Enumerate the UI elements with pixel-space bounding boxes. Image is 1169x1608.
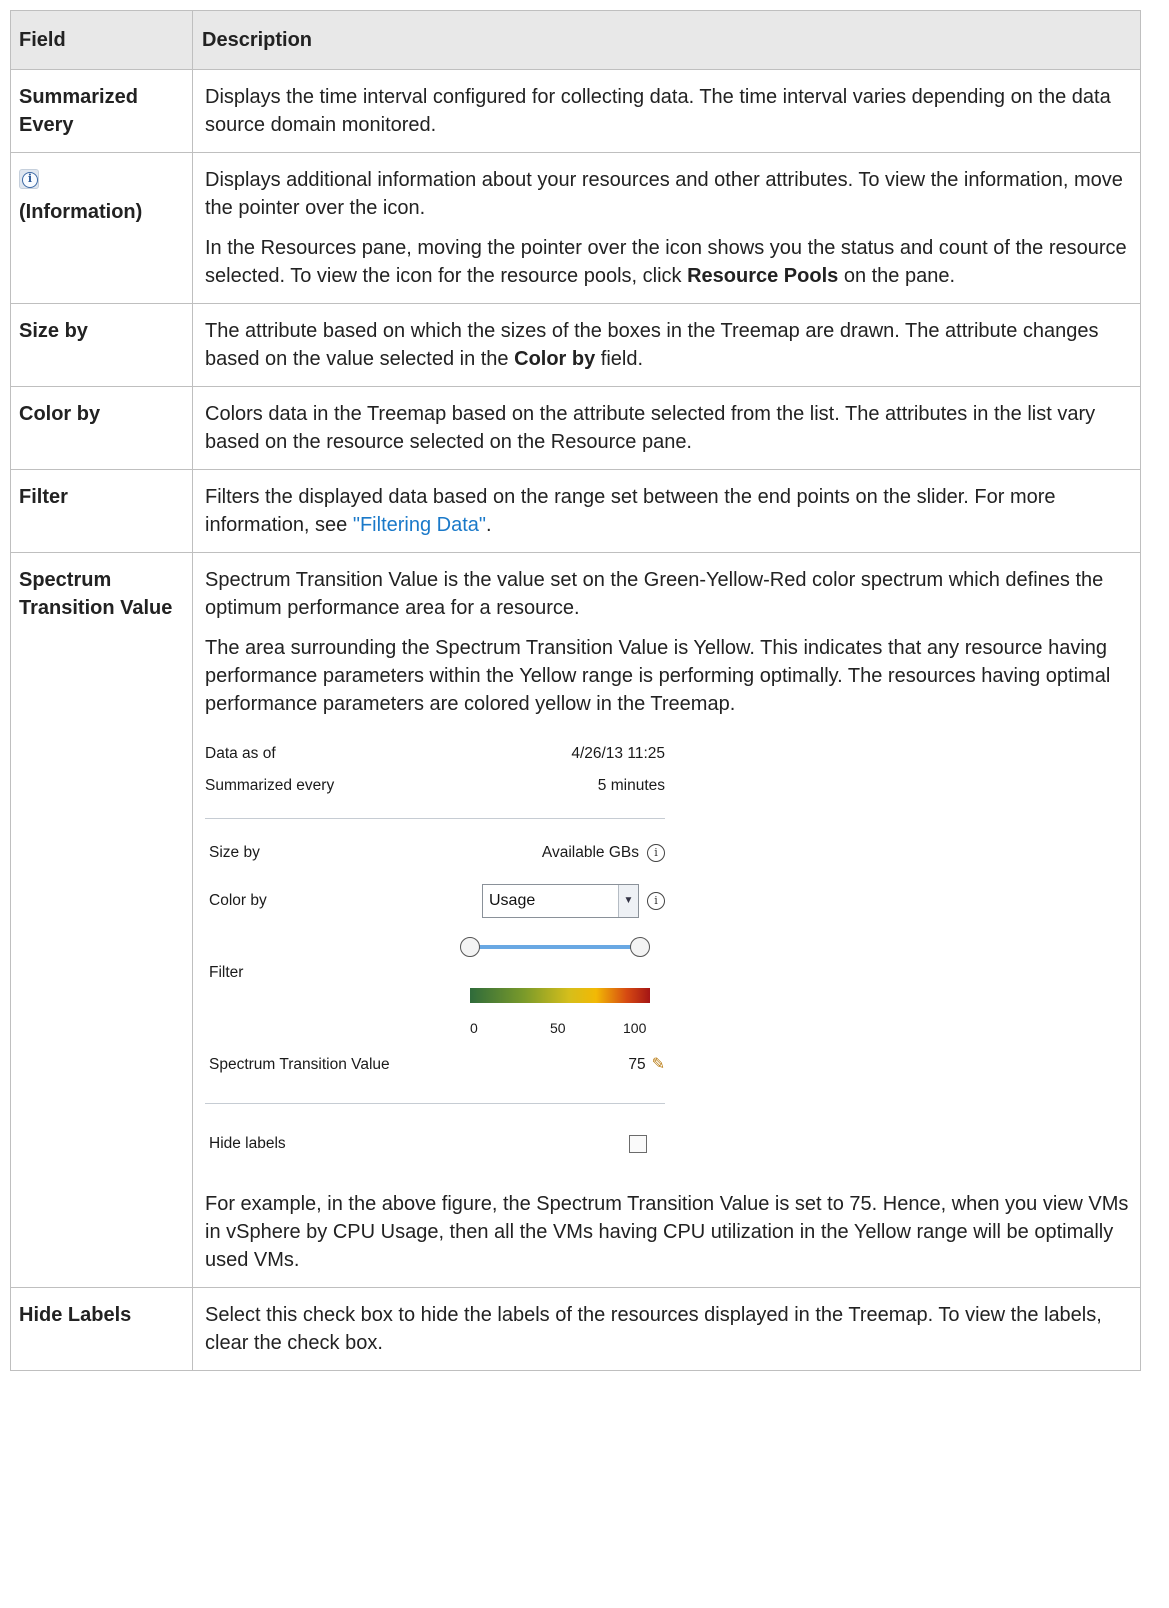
table-row: Hide Labels Select this check box to hid… bbox=[10, 1287, 1141, 1371]
field-description-table: Field Description Summarized Every Displ… bbox=[10, 10, 1141, 1371]
field-cell: Filter bbox=[10, 469, 193, 553]
description-cell: Colors data in the Treemap based on the … bbox=[192, 386, 1141, 470]
color-by-row: Color by Usage ▼ i bbox=[205, 881, 665, 921]
table-row: Summarized Every Displays the time inter… bbox=[10, 69, 1141, 153]
divider bbox=[205, 818, 665, 819]
field-label: (Information) bbox=[19, 201, 143, 223]
chevron-down-icon[interactable]: ▼ bbox=[618, 885, 638, 917]
description-cell: Spectrum Transition Value is the value s… bbox=[192, 552, 1141, 1288]
info-circle-icon[interactable]: i bbox=[647, 843, 665, 862]
filtering-data-link[interactable]: "Filtering Data" bbox=[353, 514, 486, 536]
table-row: Size by The attribute based on which the… bbox=[10, 303, 1141, 387]
hide-labels-row: Hide labels bbox=[205, 1122, 665, 1166]
summarized-every-label: Summarized every bbox=[205, 777, 335, 794]
field-cell: Summarized Every bbox=[10, 69, 193, 153]
field-cell: Color by bbox=[10, 386, 193, 470]
size-by-value: Available GBs bbox=[541, 844, 639, 861]
tick-label: 50 bbox=[550, 1020, 566, 1036]
text: The attribute based on which the sizes o… bbox=[205, 320, 1099, 370]
divider bbox=[205, 1103, 665, 1104]
size-by-label: Size by bbox=[209, 844, 260, 861]
size-by-value-group: Available GBs i bbox=[542, 843, 665, 863]
table-row: Spectrum Transition Value Spectrum Trans… bbox=[10, 552, 1141, 1288]
text: In the Resources pane, moving the pointe… bbox=[205, 237, 1127, 287]
table-header-row: Field Description bbox=[10, 10, 1141, 70]
bold-text: Color by bbox=[514, 348, 596, 370]
color-by-label: Color by bbox=[209, 892, 267, 909]
data-as-of-label: Data as of bbox=[205, 745, 276, 762]
field-cell: i (Information) bbox=[10, 152, 193, 304]
size-by-row: Size by Available GBs i bbox=[205, 837, 665, 869]
data-as-of-value: 4/26/13 11:25 bbox=[571, 745, 665, 762]
text: Filters the displayed data based on the … bbox=[205, 486, 1056, 536]
field-cell: Size by bbox=[10, 303, 193, 387]
info-circle-icon[interactable]: i bbox=[647, 892, 665, 910]
pencil-icon[interactable]: ✎ bbox=[652, 1056, 665, 1073]
treemap-options-panel-figure: Data as of 4/26/13 11:25 Summarized ever… bbox=[205, 738, 665, 1166]
filter-label: Filter bbox=[209, 964, 244, 981]
text: field. bbox=[595, 348, 644, 370]
paragraph: In the Resources pane, moving the pointe… bbox=[205, 234, 1130, 290]
hide-labels-checkbox[interactable] bbox=[629, 1135, 647, 1153]
filter-slider-track[interactable] bbox=[470, 945, 640, 949]
filter-slider-max-handle[interactable] bbox=[630, 937, 650, 957]
summarized-every-row: Summarized every 5 minutes bbox=[205, 770, 665, 802]
data-as-of-row: Data as of 4/26/13 11:25 bbox=[205, 738, 665, 770]
field-cell: Spectrum Transition Value bbox=[10, 552, 193, 1288]
text: . bbox=[486, 514, 492, 536]
paragraph: Spectrum Transition Value is the value s… bbox=[205, 569, 1104, 619]
tick-label: 100 bbox=[623, 1020, 647, 1036]
summarized-every-value: 5 minutes bbox=[597, 777, 665, 794]
filter-slider-min-handle[interactable] bbox=[460, 937, 480, 957]
header-description: Description bbox=[192, 10, 1141, 70]
color-by-control: Usage ▼ i bbox=[482, 884, 665, 918]
spectrum-transition-value-group: 75 ✎ bbox=[628, 1055, 665, 1075]
tick-label: 0 bbox=[470, 1020, 478, 1036]
spectrum-transition-label: Spectrum Transition Value bbox=[209, 1056, 390, 1073]
table-row: Color by Colors data in the Treemap base… bbox=[10, 386, 1141, 470]
description-cell: Displays additional information about yo… bbox=[192, 152, 1141, 304]
description-cell: Select this check box to hide the labels… bbox=[192, 1287, 1141, 1371]
description-cell: The attribute based on which the sizes o… bbox=[192, 303, 1141, 387]
field-cell: Hide Labels bbox=[10, 1287, 193, 1371]
description-cell: Filters the displayed data based on the … bbox=[192, 469, 1141, 553]
table-row: i (Information) Displays additional info… bbox=[10, 152, 1141, 304]
info-icon: i bbox=[19, 169, 39, 189]
filter-control: Filter 0 50 100 bbox=[205, 933, 665, 1051]
color-by-select[interactable]: Usage ▼ bbox=[482, 884, 639, 918]
paragraph: The area surrounding the Spectrum Transi… bbox=[205, 637, 1111, 715]
bold-text: Resource Pools bbox=[687, 265, 839, 287]
header-field: Field bbox=[10, 10, 193, 70]
color-by-selected-value: Usage bbox=[489, 892, 536, 909]
paragraph: For example, in the above figure, the Sp… bbox=[205, 1193, 1129, 1271]
hide-labels-label: Hide labels bbox=[209, 1135, 286, 1152]
text: on the pane. bbox=[838, 265, 956, 287]
color-spectrum-bar bbox=[470, 988, 650, 1003]
table-row: Filter Filters the displayed data based … bbox=[10, 469, 1141, 553]
description-cell: Displays the time interval configured fo… bbox=[192, 69, 1141, 153]
spectrum-transition-row: Spectrum Transition Value 75 ✎ bbox=[205, 1049, 665, 1081]
spectrum-transition-value: 75 bbox=[628, 1056, 646, 1073]
paragraph: Displays additional information about yo… bbox=[205, 169, 1123, 219]
